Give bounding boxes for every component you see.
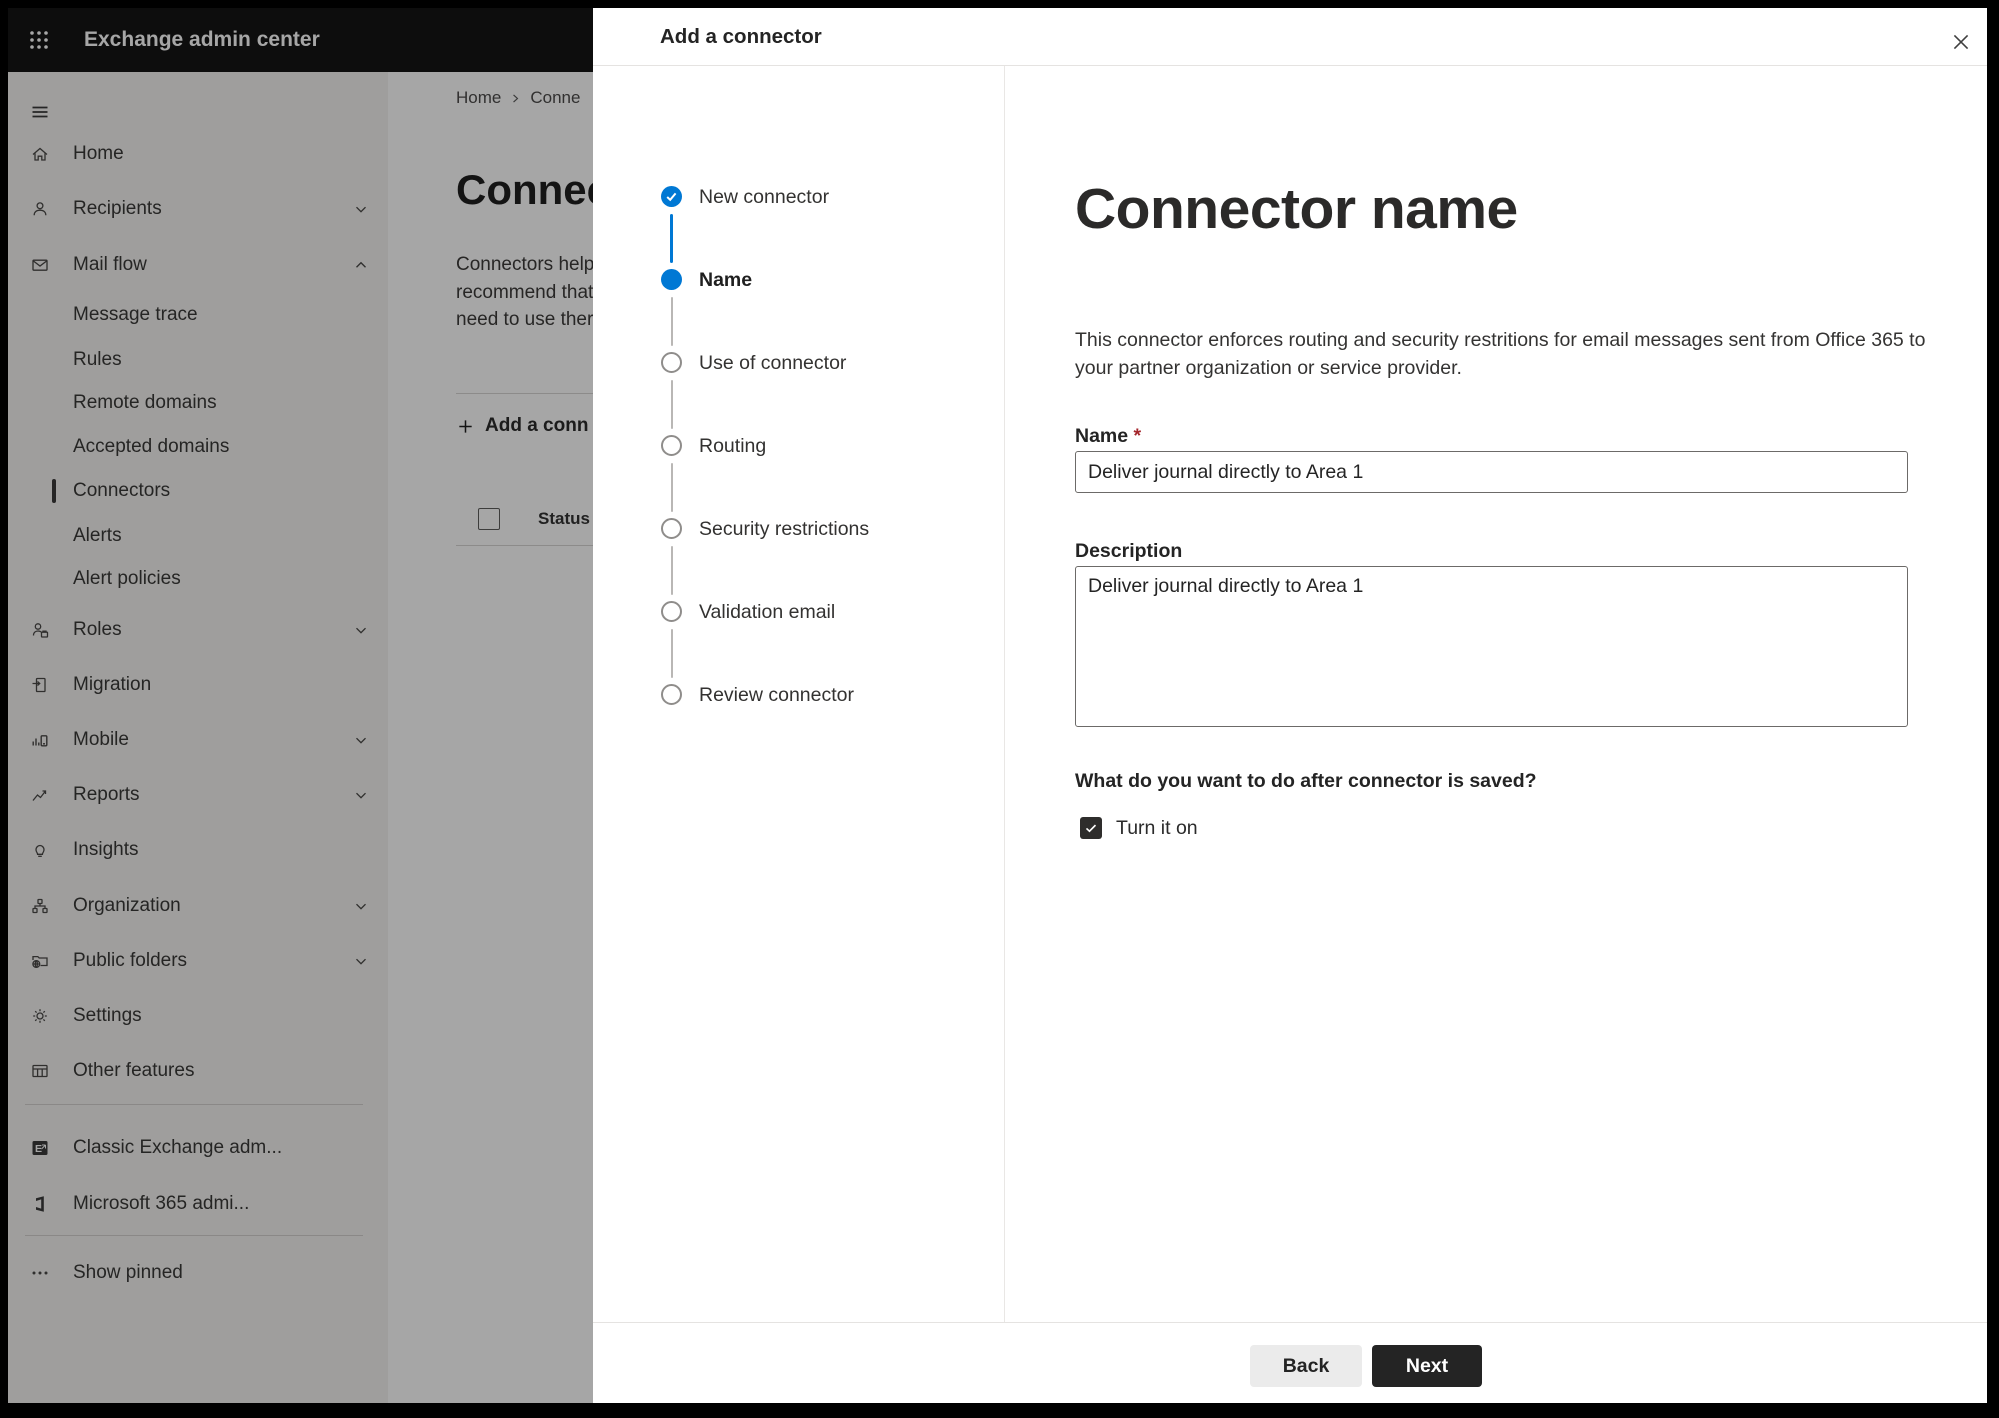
step-new-connector[interactable]: New connector: [593, 183, 993, 211]
required-marker: *: [1133, 425, 1142, 447]
step-completed-icon: [661, 186, 682, 207]
step-connector-line: [670, 380, 673, 429]
after-save-question: What do you want to do after connector i…: [1075, 770, 1537, 792]
add-connector-dialog: Add a connector New connector Name Use o…: [593, 8, 1987, 1403]
wizard-page-heading: Connector name: [1075, 177, 1518, 241]
step-name[interactable]: Name: [593, 266, 993, 294]
step-routing[interactable]: Routing: [593, 432, 993, 460]
step-validation-email[interactable]: Validation email: [593, 598, 993, 626]
description-field-label: Description: [1075, 540, 1183, 562]
description-textarea[interactable]: Deliver journal directly to Area 1: [1075, 566, 1908, 727]
dialog-footer-divider: [593, 1322, 1987, 1323]
step-connector-line: [670, 214, 673, 263]
wizard-steps-pane: New connector Name Use of connector Rout…: [593, 66, 1005, 1322]
name-field-label: Name *: [1075, 425, 1142, 447]
step-pending-icon: [661, 684, 682, 705]
exchange-admin-window: Exchange admin center Home Recipients Ma…: [8, 8, 1987, 1403]
step-connector-line: [670, 297, 673, 346]
step-pending-icon: [661, 435, 682, 456]
step-security-restrictions[interactable]: Security restrictions: [593, 515, 993, 543]
step-current-icon: [661, 269, 682, 290]
step-connector-line: [670, 629, 673, 678]
step-pending-icon: [661, 601, 682, 622]
turn-it-on-checkbox[interactable]: [1080, 817, 1102, 839]
step-connector-line: [670, 546, 673, 595]
turn-it-on-label: Turn it on: [1116, 817, 1198, 839]
screen: Exchange admin center Home Recipients Ma…: [0, 0, 1999, 1418]
close-icon[interactable]: [1949, 30, 1973, 54]
back-button[interactable]: Back: [1250, 1345, 1362, 1387]
step-use-of-connector[interactable]: Use of connector: [593, 349, 993, 377]
next-button[interactable]: Next: [1372, 1345, 1482, 1387]
wizard-page-intro: This connector enforces routing and secu…: [1075, 329, 1926, 379]
name-input[interactable]: [1075, 451, 1908, 493]
dialog-title: Add a connector: [660, 25, 822, 48]
step-review-connector[interactable]: Review connector: [593, 681, 993, 709]
step-pending-icon: [661, 352, 682, 373]
step-pending-icon: [661, 518, 682, 539]
step-connector-line: [670, 463, 673, 512]
